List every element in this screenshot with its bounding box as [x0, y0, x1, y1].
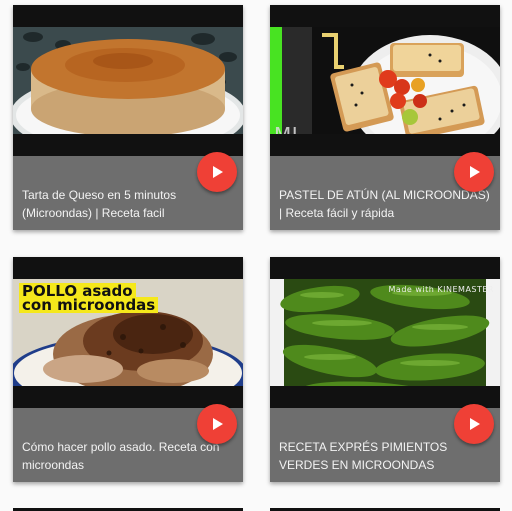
- video-card[interactable]: Made with KINEMASTER RECETA EXPRÉS PIMIE…: [270, 257, 500, 482]
- play-button[interactable]: [197, 404, 237, 444]
- video-thumbnail[interactable]: POLLO asado con microondas: [13, 257, 243, 408]
- play-icon: [467, 165, 481, 179]
- video-card[interactable]: POLLO asado con microondas Cómo hacer po…: [13, 257, 243, 482]
- play-button[interactable]: [454, 152, 494, 192]
- play-button[interactable]: [454, 404, 494, 444]
- video-thumbnail[interactable]: [13, 5, 243, 156]
- video-thumbnail[interactable]: Made with KINEMASTER: [270, 257, 500, 408]
- play-button[interactable]: [197, 152, 237, 192]
- video-card[interactable]: Tarta de Queso en 5 minutos (Microondas)…: [13, 5, 243, 230]
- play-icon: [210, 165, 224, 179]
- watermark: Made with KINEMASTER: [388, 285, 494, 294]
- play-icon: [210, 417, 224, 431]
- video-thumbnail[interactable]: MJ: [270, 5, 500, 156]
- overlay-caption: con microondas: [19, 297, 159, 313]
- play-icon: [467, 417, 481, 431]
- video-card[interactable]: MJ PASTEL DE ATÚN (AL MICROONDAS) | Rece…: [270, 5, 500, 230]
